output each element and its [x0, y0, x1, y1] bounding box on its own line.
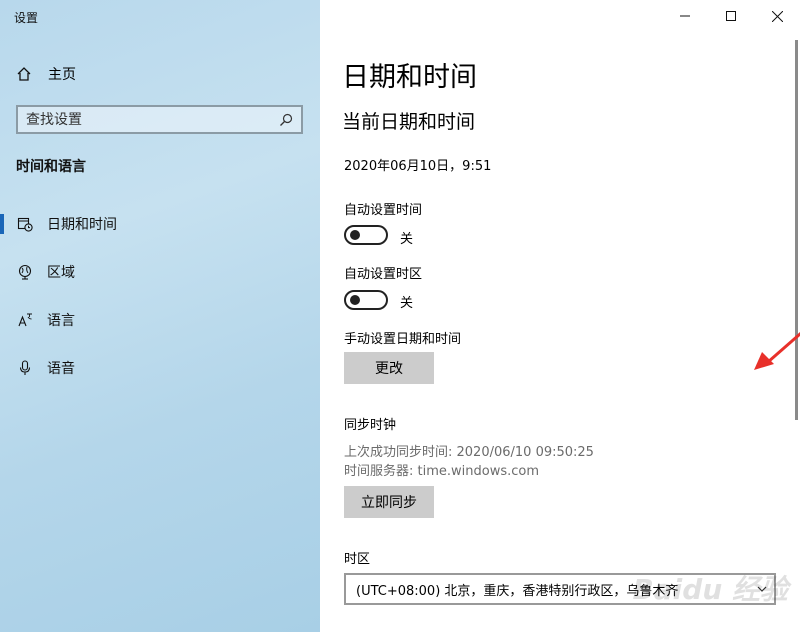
timezone-label: 时区: [344, 552, 371, 567]
annotation-arrow-icon: [754, 332, 800, 370]
sidebar-item-label: 语言: [47, 313, 75, 329]
active-indicator: [0, 214, 4, 234]
home-icon: [17, 67, 31, 81]
globe-icon: [17, 264, 33, 280]
toggle-knob: [350, 230, 360, 240]
app-title: 设置: [14, 11, 39, 25]
page-title: 日期和时间: [342, 62, 477, 93]
close-icon: [771, 10, 783, 22]
auto-time-label: 自动设置时间: [344, 203, 423, 218]
section-heading: 当前日期和时间: [342, 111, 476, 133]
time-server: 时间服务器: time.windows.com: [344, 464, 540, 479]
change-button[interactable]: 更改: [344, 352, 434, 384]
last-sync-time: 上次成功同步时间: 2020/06/10 09:50:25: [344, 445, 594, 460]
microphone-icon: [17, 360, 33, 376]
sidebar-item-language[interactable]: 语言: [0, 302, 320, 338]
sidebar-item-home[interactable]: 主页: [16, 62, 76, 86]
search-input[interactable]: [26, 111, 279, 128]
section-title: 时间和语言: [16, 159, 86, 175]
search-icon[interactable]: [279, 113, 293, 127]
close-button[interactable]: [754, 0, 800, 32]
auto-time-toggle[interactable]: [344, 225, 388, 245]
sidebar-item-label: 日期和时间: [47, 217, 117, 233]
minimize-button[interactable]: [662, 0, 708, 32]
sync-clock-title: 同步时钟: [344, 418, 397, 433]
manual-set-label: 手动设置日期和时间: [344, 332, 462, 347]
auto-timezone-state: 关: [400, 296, 414, 311]
language-icon: [17, 312, 33, 328]
sidebar-item-label: 主页: [48, 67, 76, 83]
timezone-value: (UTC+08:00) 北京，重庆，香港特别行政区，乌鲁木齐: [356, 583, 679, 599]
minimize-icon: [680, 15, 690, 17]
sidebar: 设置 主页 时间和语言 日期和时间: [0, 0, 320, 632]
auto-timezone-toggle[interactable]: [344, 290, 388, 310]
calendar-clock-icon: [17, 216, 33, 232]
main-content: 日期和时间 当前日期和时间 2020年06月10日，9:51 自动设置时间 关 …: [320, 0, 800, 632]
sidebar-item-date-time[interactable]: 日期和时间: [0, 206, 320, 242]
search-box[interactable]: [16, 105, 303, 134]
toggle-knob: [350, 295, 360, 305]
watermark: Baidu 经验: [632, 573, 788, 606]
sidebar-item-label: 语音: [47, 361, 75, 377]
auto-time-state: 关: [400, 232, 414, 247]
sidebar-item-region[interactable]: 区域: [0, 254, 320, 290]
sidebar-item-speech[interactable]: 语音: [0, 350, 320, 386]
maximize-icon: [726, 11, 736, 21]
sidebar-item-label: 区域: [47, 265, 75, 281]
sync-now-button[interactable]: 立即同步: [344, 486, 434, 518]
current-datetime: 2020年06月10日，9:51: [344, 159, 492, 174]
maximize-button[interactable]: [708, 0, 754, 32]
auto-timezone-label: 自动设置时区: [344, 267, 423, 282]
